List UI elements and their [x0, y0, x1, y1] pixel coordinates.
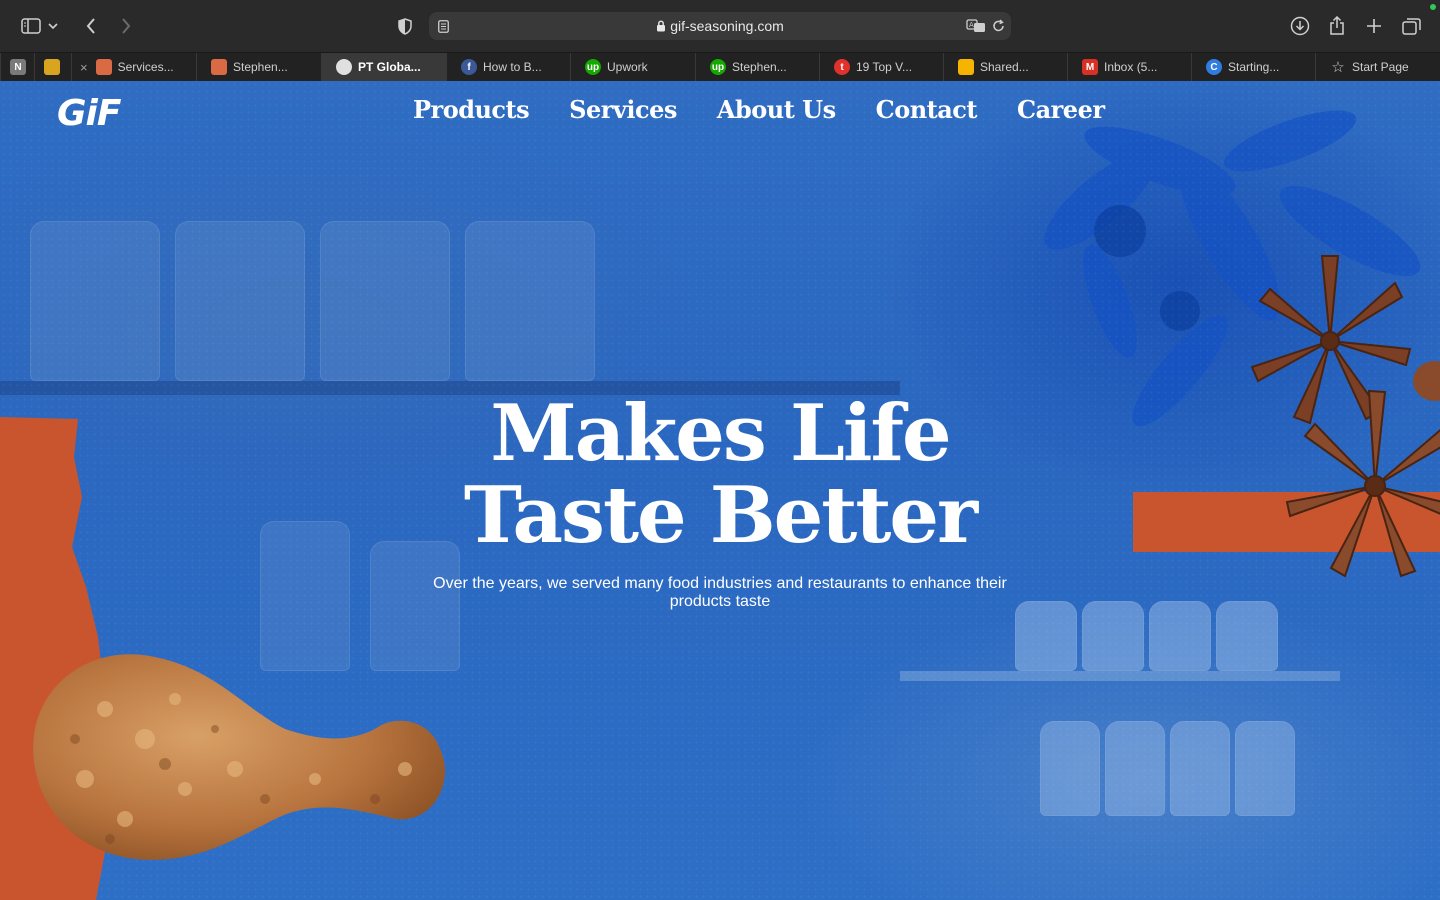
back-icon[interactable]	[78, 13, 104, 39]
site-logo[interactable]: GiF	[57, 93, 121, 134]
hero-headline: Makes Life Taste Better	[0, 393, 1440, 557]
browser-tab[interactable]: Shared...	[943, 53, 1067, 81]
nav-contact[interactable]: Contact	[876, 95, 978, 124]
tab-label: Stephen...	[233, 60, 288, 74]
pen-icon	[95, 59, 112, 75]
tab-label: Stephen...	[732, 60, 787, 74]
pen-icon	[211, 59, 227, 75]
browser-tab[interactable]: Stephen...	[196, 53, 321, 81]
forward-icon[interactable]	[113, 13, 139, 39]
browser-tab[interactable]: up Stephen...	[695, 53, 819, 81]
tab-label: Upwork	[607, 60, 648, 74]
upwork-icon: up	[585, 59, 601, 75]
tab-label: PT Globa...	[358, 60, 421, 74]
notion-icon: N	[10, 59, 26, 75]
browser-tab[interactable]: t 19 Top V...	[819, 53, 943, 81]
browser-tab[interactable]: f How to B...	[446, 53, 570, 81]
browser-tab[interactable]: C Starting...	[1191, 53, 1315, 81]
nav-products[interactable]: Products	[413, 95, 530, 124]
browser-tab[interactable]: M Inbox (5...	[1067, 53, 1191, 81]
browser-toolbar: gif-seasoning.com A	[0, 0, 1440, 52]
lock-icon	[656, 19, 666, 35]
nav-services[interactable]: Services	[569, 95, 677, 124]
browser-tab[interactable]: up Upwork	[570, 53, 695, 81]
tab-label: Inbox (5...	[1104, 60, 1158, 74]
address-bar[interactable]: gif-seasoning.com A	[429, 12, 1011, 40]
download-icon[interactable]	[1287, 13, 1313, 39]
browser-tab[interactable]: × Services...	[71, 53, 196, 81]
recording-indicator-icon	[1430, 4, 1436, 10]
tab-bar: N × Services... Stephen... PT Globa... f How t…	[0, 52, 1440, 81]
browser-tab[interactable]: PT Globa...	[321, 53, 446, 81]
tab-label: Start Page	[1352, 60, 1409, 74]
tab-label: 19 Top V...	[856, 60, 913, 74]
share-icon[interactable]	[1324, 13, 1350, 39]
tab-label: Shared...	[980, 60, 1029, 74]
emoji-icon	[44, 59, 60, 75]
browser-tab[interactable]	[34, 53, 71, 81]
tab-overview-icon[interactable]	[1398, 13, 1424, 39]
facebook-icon: f	[461, 59, 477, 75]
chevron-down-icon[interactable]	[44, 13, 62, 39]
hero-section: GiF Products Services About Us Contact C…	[0, 81, 1440, 900]
brand-icon	[336, 59, 352, 75]
browser-tab[interactable]: ☆ Start Page	[1315, 53, 1439, 81]
browser-tab[interactable]: N	[0, 53, 34, 81]
shield-icon[interactable]	[392, 13, 418, 39]
hero-headline-line2: Taste Better	[463, 470, 978, 561]
tab-label: Services...	[117, 60, 174, 74]
upwork-icon: up	[710, 59, 726, 75]
google-drive-icon	[958, 59, 974, 75]
svg-text:A: A	[969, 21, 974, 29]
tab-label: Starting...	[1228, 60, 1280, 74]
fried-chicken-image	[33, 654, 445, 860]
nav-career[interactable]: Career	[1017, 95, 1105, 124]
url-text: gif-seasoning.com	[670, 18, 784, 34]
tab-label: How to B...	[483, 60, 542, 74]
nav-about-us[interactable]: About Us	[717, 95, 836, 124]
hero-subheadline: Over the years, we served many food indu…	[433, 575, 1007, 610]
gmail-icon: M	[1082, 59, 1098, 75]
brand-icon: C	[1206, 59, 1222, 75]
star-icon: ☆	[1331, 59, 1345, 76]
sidebar-toggle-icon[interactable]	[18, 13, 44, 39]
hero-headline-line1: Makes Life	[490, 388, 951, 479]
new-tab-icon[interactable]	[1361, 13, 1387, 39]
translate-icon[interactable]: A	[965, 13, 987, 39]
main-nav: Products Services About Us Contact Caree…	[413, 95, 1105, 124]
close-tab-icon[interactable]: ×	[80, 60, 88, 75]
brand-icon: t	[834, 59, 850, 75]
reload-icon[interactable]	[987, 13, 1009, 39]
